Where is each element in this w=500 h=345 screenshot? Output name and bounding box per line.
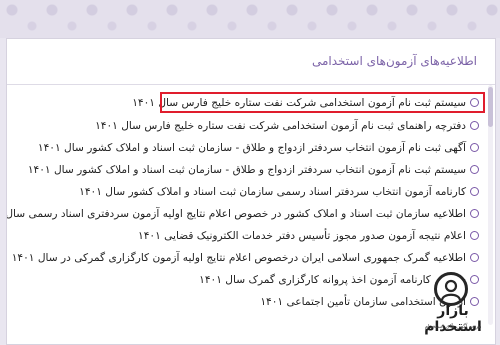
list-item-link[interactable]: دفترچه راهنمای ثبت نام آزمون استخدامی شر…	[95, 120, 466, 132]
list-item[interactable]: آگهی ثبت نام آزمون انتخاب سردفتر ازدواج …	[38, 138, 479, 158]
bullet-circle-icon	[470, 142, 479, 152]
list-item-link[interactable]: آگهی ثبت نام آزمون انتخاب سردفتر ازدواج …	[38, 142, 466, 154]
watermark-logo: بازار استخدام مرجع آگهی های استخدام	[410, 272, 496, 342]
list-item[interactable]: سیستم ثبت نام آزمون انتخاب سردفتر ازدواج…	[28, 160, 479, 180]
list-item[interactable]: اعلام نتیجه آزمون صدور مجوز تأسیس دفتر خ…	[138, 226, 479, 246]
list-item[interactable]: کارنامه آزمون انتخاب سردفتر اسناد رسمی س…	[79, 182, 479, 202]
decorative-header-strip	[0, 0, 500, 38]
list-item[interactable]: اطلاعیه گمرک جمهوری اسلامی ایران درخصوص …	[12, 248, 479, 268]
watermark-subtext: مرجع آگهی های استخدام	[424, 324, 482, 330]
watermark-text: بازار استخدام	[424, 303, 482, 335]
list-item-link[interactable]: اطلاعیه گمرک جمهوری اسلامی ایران درخصوص …	[12, 252, 466, 264]
bullet-circle-icon	[470, 164, 479, 174]
list-item-link[interactable]: سیستم ثبت نام آزمون انتخاب سردفتر ازدواج…	[28, 164, 466, 176]
scrollbar-thumb[interactable]	[488, 87, 493, 127]
list-item-link[interactable]: اطلاعیه سازمان ثبت اسناد و املاک کشور در…	[7, 208, 466, 220]
list-item[interactable]: دفترچه راهنمای ثبت نام آزمون استخدامی شر…	[95, 116, 479, 136]
panel-header: اطلاعیه‌های آزمون‌های استخدامی	[7, 39, 495, 85]
bullet-circle-icon	[470, 208, 479, 218]
list-item-link[interactable]: سیستم ثبت نام آزمون استخدامی شرکت نفت ست…	[132, 97, 466, 109]
bullet-circle-icon	[470, 186, 479, 196]
section-title: اطلاعیه‌های آزمون‌های استخدامی	[311, 54, 477, 68]
list-item-link[interactable]: اعلام نتیجه آزمون صدور مجوز تأسیس دفتر خ…	[138, 230, 466, 242]
list-item-link[interactable]: کارنامه آزمون انتخاب سردفتر اسناد رسمی س…	[79, 186, 466, 198]
bullet-circle-icon	[470, 252, 479, 262]
bullet-circle-icon	[470, 97, 479, 107]
bullet-circle-icon	[470, 230, 479, 240]
list-item[interactable]: اطلاعیه سازمان ثبت اسناد و املاک کشور در…	[7, 204, 479, 224]
bullet-circle-icon	[470, 120, 479, 130]
logo-icon	[434, 272, 468, 306]
list-item[interactable]: سیستم ثبت نام آزمون استخدامی شرکت نفت ست…	[132, 93, 479, 113]
